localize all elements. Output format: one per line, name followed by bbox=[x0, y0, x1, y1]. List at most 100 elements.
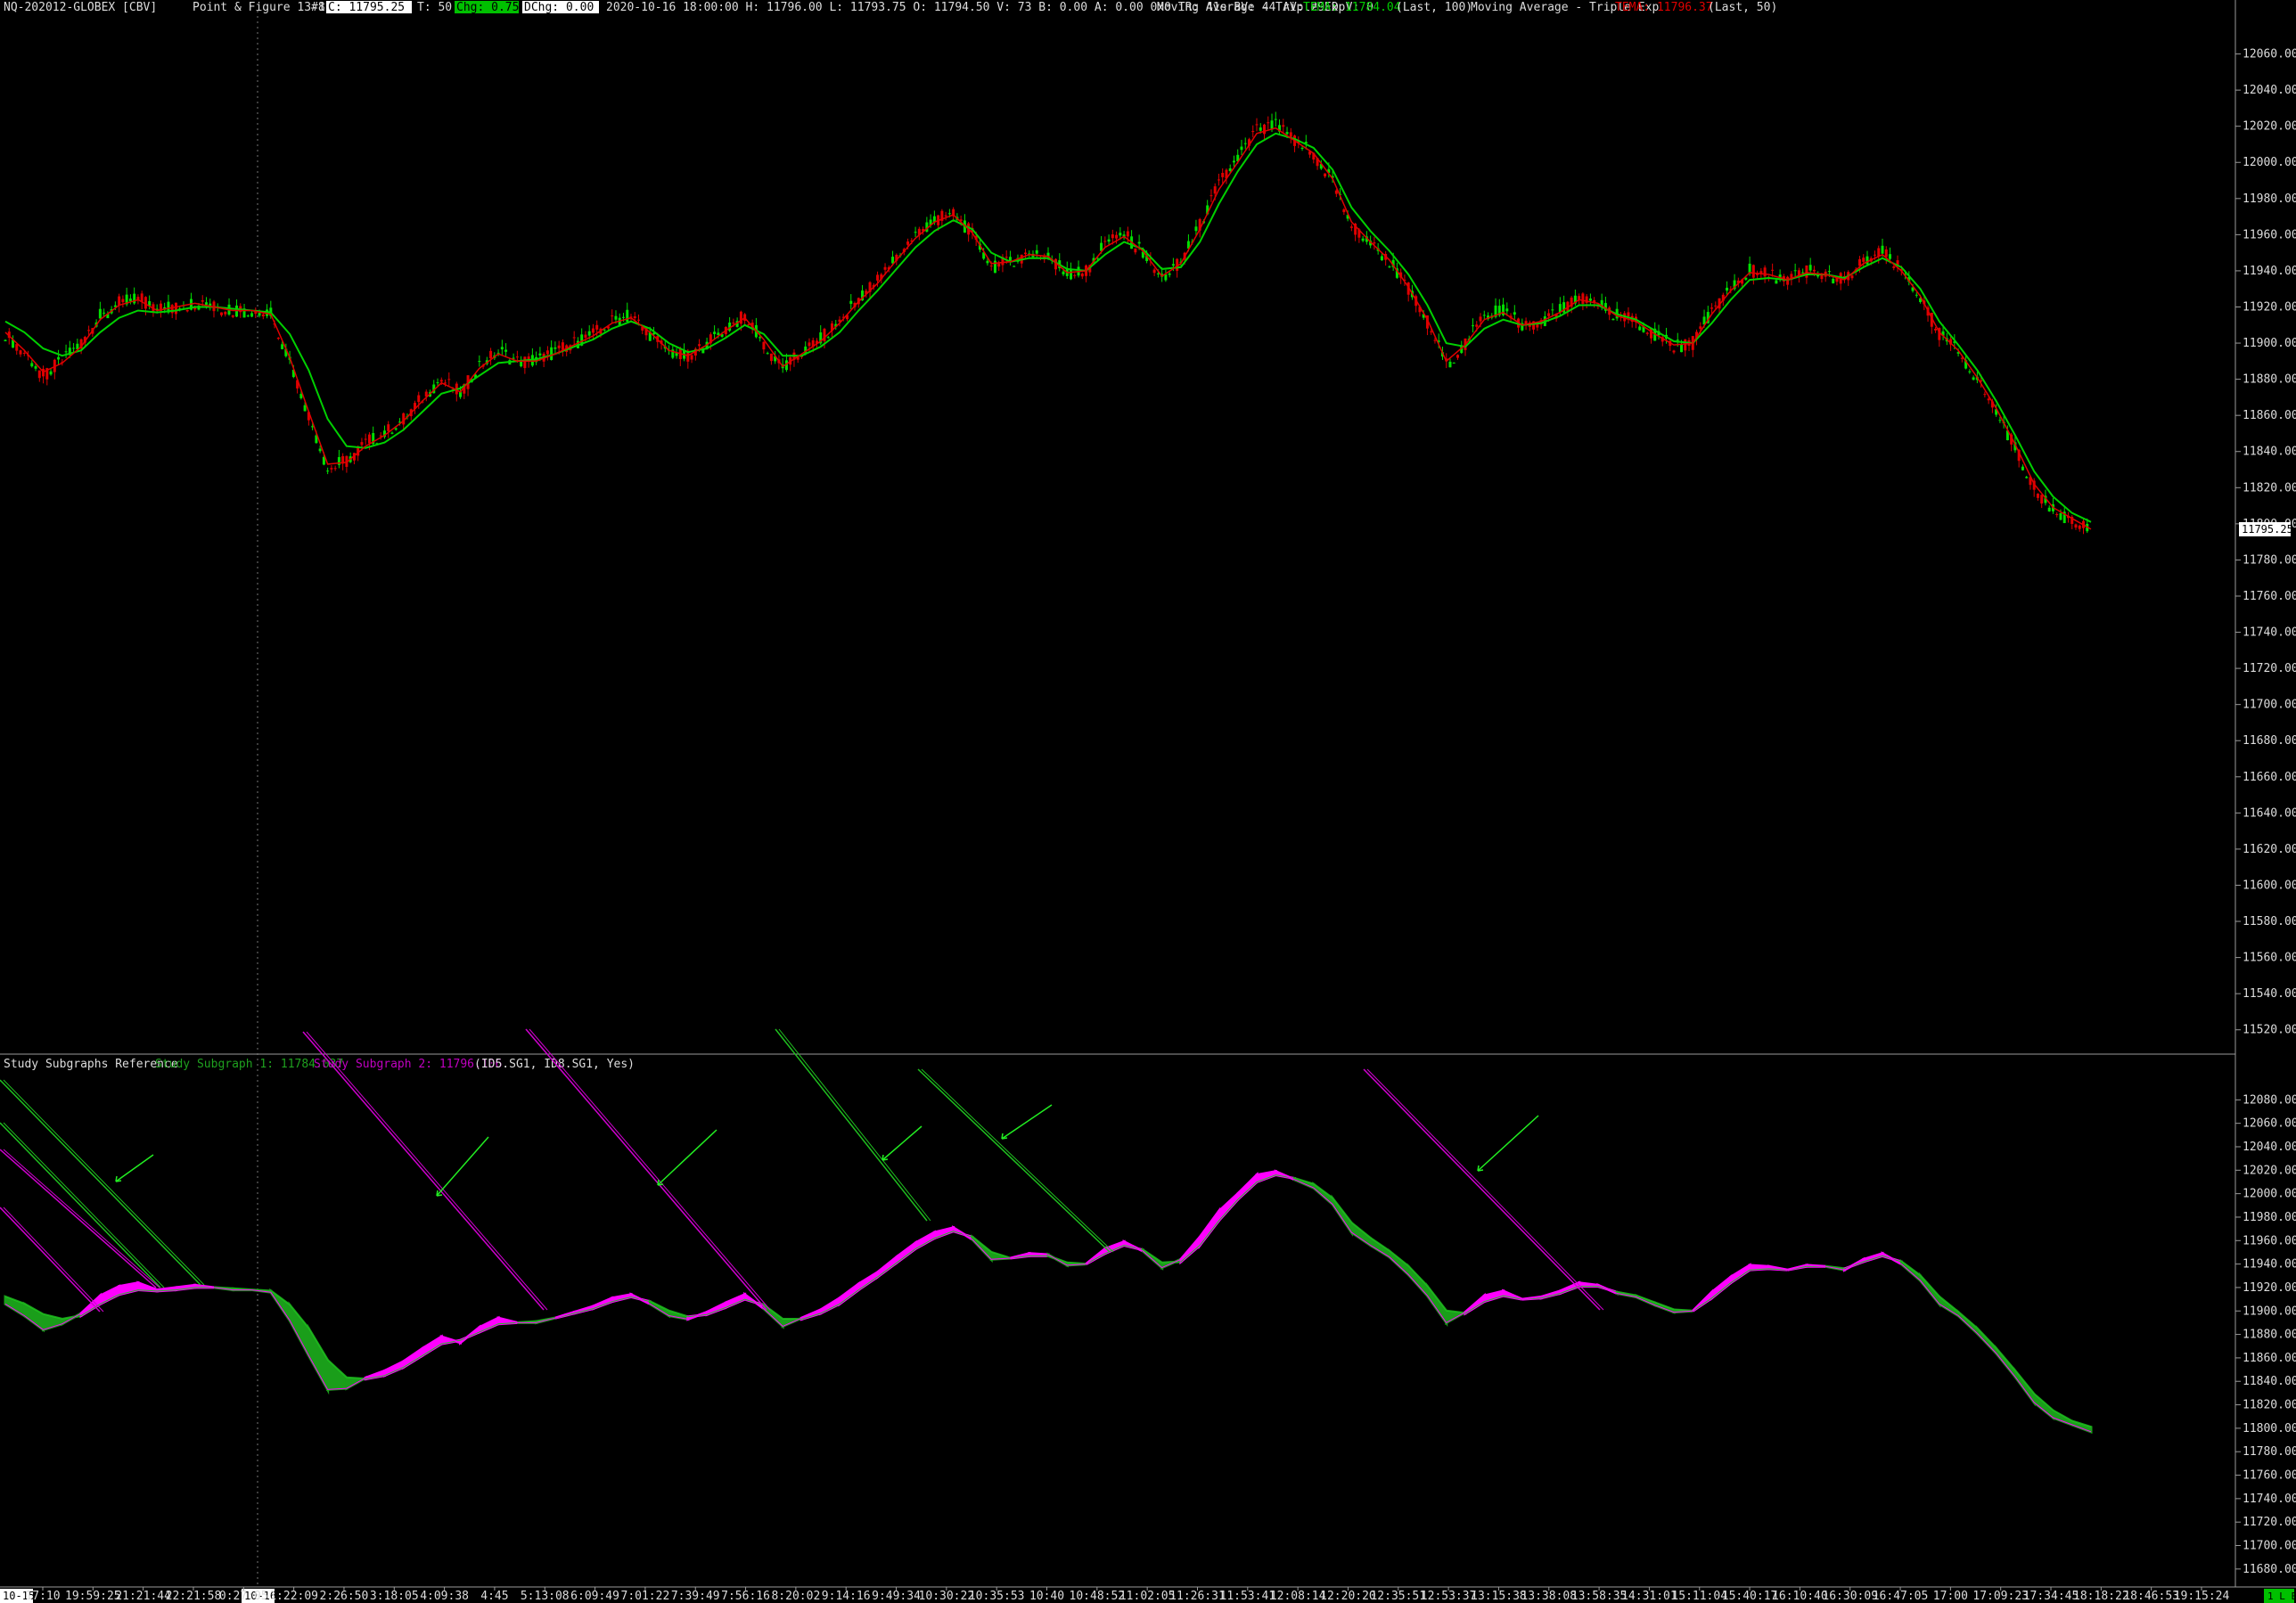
price-bar-body bbox=[417, 395, 421, 403]
subgraph-fill-segment bbox=[1369, 1235, 1391, 1260]
upper-axis-tick-label: 11540.00 bbox=[2243, 987, 2296, 1001]
price-bar-body bbox=[1857, 258, 1861, 266]
price-bar-body bbox=[626, 309, 629, 323]
price-bar-body bbox=[231, 315, 234, 317]
subgraph-fill-segment bbox=[857, 1270, 880, 1293]
price-bar-body bbox=[1452, 362, 1456, 364]
subgraph-fill-segment bbox=[2032, 1391, 2054, 1421]
price-bar-body bbox=[523, 356, 527, 369]
time-axis-label: 11:26:31 bbox=[1169, 1590, 1226, 1603]
price-bar-body bbox=[614, 315, 618, 320]
upper-price-panel[interactable] bbox=[4, 111, 2092, 535]
diagonal-reference-line bbox=[3, 1206, 104, 1313]
lower-price-axis[interactable]: 11680.00 11700.00 11720.00 11740.00 11760.00… bbox=[2235, 1093, 2296, 1576]
price-bar-body bbox=[2025, 477, 2029, 478]
time-axis-label: 5:13:08 bbox=[521, 1590, 570, 1603]
price-bar-body bbox=[330, 468, 333, 470]
price-bar-body bbox=[1676, 339, 1679, 341]
price-bar-body bbox=[1862, 258, 1866, 262]
time-axis[interactable]: 10-15 10-16 1 L E 17:10 19:59:2521:21:442… bbox=[0, 1587, 2296, 1603]
price-bar-body bbox=[128, 299, 132, 302]
time-axis-label: 12:08:14 bbox=[1270, 1590, 1326, 1603]
price-bar-body bbox=[1680, 344, 1684, 353]
price-bar-body bbox=[1793, 270, 1797, 272]
price-bar-body bbox=[1934, 328, 1938, 331]
time-axis-label: 9:14:16 bbox=[822, 1590, 871, 1603]
right-badge: 1 L E bbox=[2267, 1591, 2296, 1602]
price-bar-body bbox=[2055, 514, 2059, 516]
lower-axis-tick-label: 11940.00 bbox=[2243, 1258, 2296, 1272]
price-bar-body bbox=[747, 323, 750, 325]
time-axis-label: 12:20:20 bbox=[1320, 1590, 1376, 1603]
subgraph-fill-segment bbox=[1406, 1263, 1429, 1300]
price-bar-body bbox=[2040, 495, 2044, 504]
subgraph-fill-segment bbox=[1388, 1247, 1410, 1278]
price-bar-body bbox=[34, 366, 37, 369]
upper-axis-tick-label: 11780.00 bbox=[2243, 553, 2296, 567]
price-bar-body bbox=[849, 300, 853, 305]
subgraph-fill-segment bbox=[421, 1334, 443, 1358]
subgraph-fill-segment bbox=[2051, 1408, 2074, 1427]
price-bar-body bbox=[1475, 324, 1479, 327]
time-axis-label: 10:35:53 bbox=[969, 1590, 1025, 1603]
chart-header: NQ-202012-GLOBEX [CBV] Point & Figure 13… bbox=[4, 1, 1777, 14]
price-bar-body bbox=[102, 312, 106, 314]
diagonal-reference-line bbox=[917, 1068, 1111, 1253]
tema-100-line bbox=[4, 132, 2092, 523]
upper-axis-tick-label: 12020.00 bbox=[2243, 120, 2296, 134]
price-bar-body bbox=[1866, 256, 1869, 265]
price-bar-body bbox=[997, 263, 1001, 267]
diagonal-reference-line bbox=[1366, 1068, 1604, 1311]
price-bar-body bbox=[489, 350, 493, 359]
lower-axis-tick-label: 11880.00 bbox=[2243, 1329, 2296, 1342]
price-bar-body bbox=[2059, 513, 2062, 520]
price-bar-body bbox=[891, 257, 895, 264]
upper-axis-tick-label: 11700.00 bbox=[2243, 699, 2296, 712]
price-bar-body bbox=[1217, 179, 1220, 181]
time-axis-label: 17:09:23 bbox=[1972, 1590, 2029, 1603]
price-bar-body bbox=[1111, 234, 1114, 239]
price-bar-body bbox=[1267, 122, 1270, 124]
subgraph-params-label: (ID5.SG1, ID8.SG1, Yes) bbox=[474, 1058, 635, 1071]
time-axis-label: 6:09:49 bbox=[570, 1590, 619, 1603]
price-bar-body bbox=[281, 344, 284, 349]
price-bar-body bbox=[595, 324, 599, 330]
price-bar-body bbox=[360, 442, 364, 446]
time-axis-label: 19:59:25 bbox=[65, 1590, 121, 1603]
upper-price-axis[interactable]: 11520.00 11540.00 11560.00 11580.00 11600.00… bbox=[2235, 48, 2296, 1037]
time-axis-label: 16:30:09 bbox=[1822, 1590, 1878, 1603]
diagonal-reference-line bbox=[3, 1079, 205, 1286]
price-bar-body bbox=[500, 347, 504, 350]
price-bar-body bbox=[698, 344, 701, 347]
chart-frame bbox=[0, 0, 2296, 1588]
upper-axis-tick-label: 11820.00 bbox=[2243, 481, 2296, 495]
time-axis-label: 17:34:45 bbox=[2023, 1590, 2079, 1603]
upper-axis-tick-label: 11880.00 bbox=[2243, 373, 2296, 387]
price-bar-body bbox=[1775, 280, 1778, 284]
current-price-marker: 11795.25 bbox=[2239, 521, 2293, 536]
price-bar-body bbox=[1013, 266, 1016, 267]
price-bar-body bbox=[1972, 377, 1975, 380]
price-bar-body bbox=[1472, 325, 1475, 327]
subgraph-fill-segment bbox=[724, 1292, 747, 1310]
price-bar-body bbox=[2036, 494, 2039, 498]
chart-canvas[interactable]: NQ-202012-GLOBEX [CBV] Point & Figure 13… bbox=[0, 0, 2296, 1603]
ma2-value: TEMA: 11796.37 bbox=[1615, 1, 1713, 14]
price-bar-body bbox=[769, 353, 773, 362]
time-axis-label: 10:48:52 bbox=[1070, 1590, 1126, 1603]
lower-axis-tick-label: 11920.00 bbox=[2243, 1281, 2296, 1295]
price-bar-body bbox=[1171, 264, 1175, 266]
price-bar-body bbox=[1023, 252, 1027, 255]
arrow-marker bbox=[882, 1125, 922, 1161]
price-bar-body bbox=[390, 432, 394, 434]
arrow-marker bbox=[657, 1129, 718, 1186]
price-bar-body bbox=[367, 434, 371, 444]
upper-axis-tick-label: 11760.00 bbox=[2243, 590, 2296, 603]
time-axis-label: 22:21:58 bbox=[166, 1590, 222, 1603]
lower-study-panel[interactable] bbox=[0, 1028, 2093, 1434]
diagonal-reference-line bbox=[775, 1028, 928, 1222]
price-bar-body bbox=[1152, 269, 1156, 274]
price-bar-body bbox=[121, 299, 125, 303]
upper-axis-tick-label: 11940.00 bbox=[2243, 265, 2296, 278]
price-bar-body bbox=[1645, 332, 1649, 334]
